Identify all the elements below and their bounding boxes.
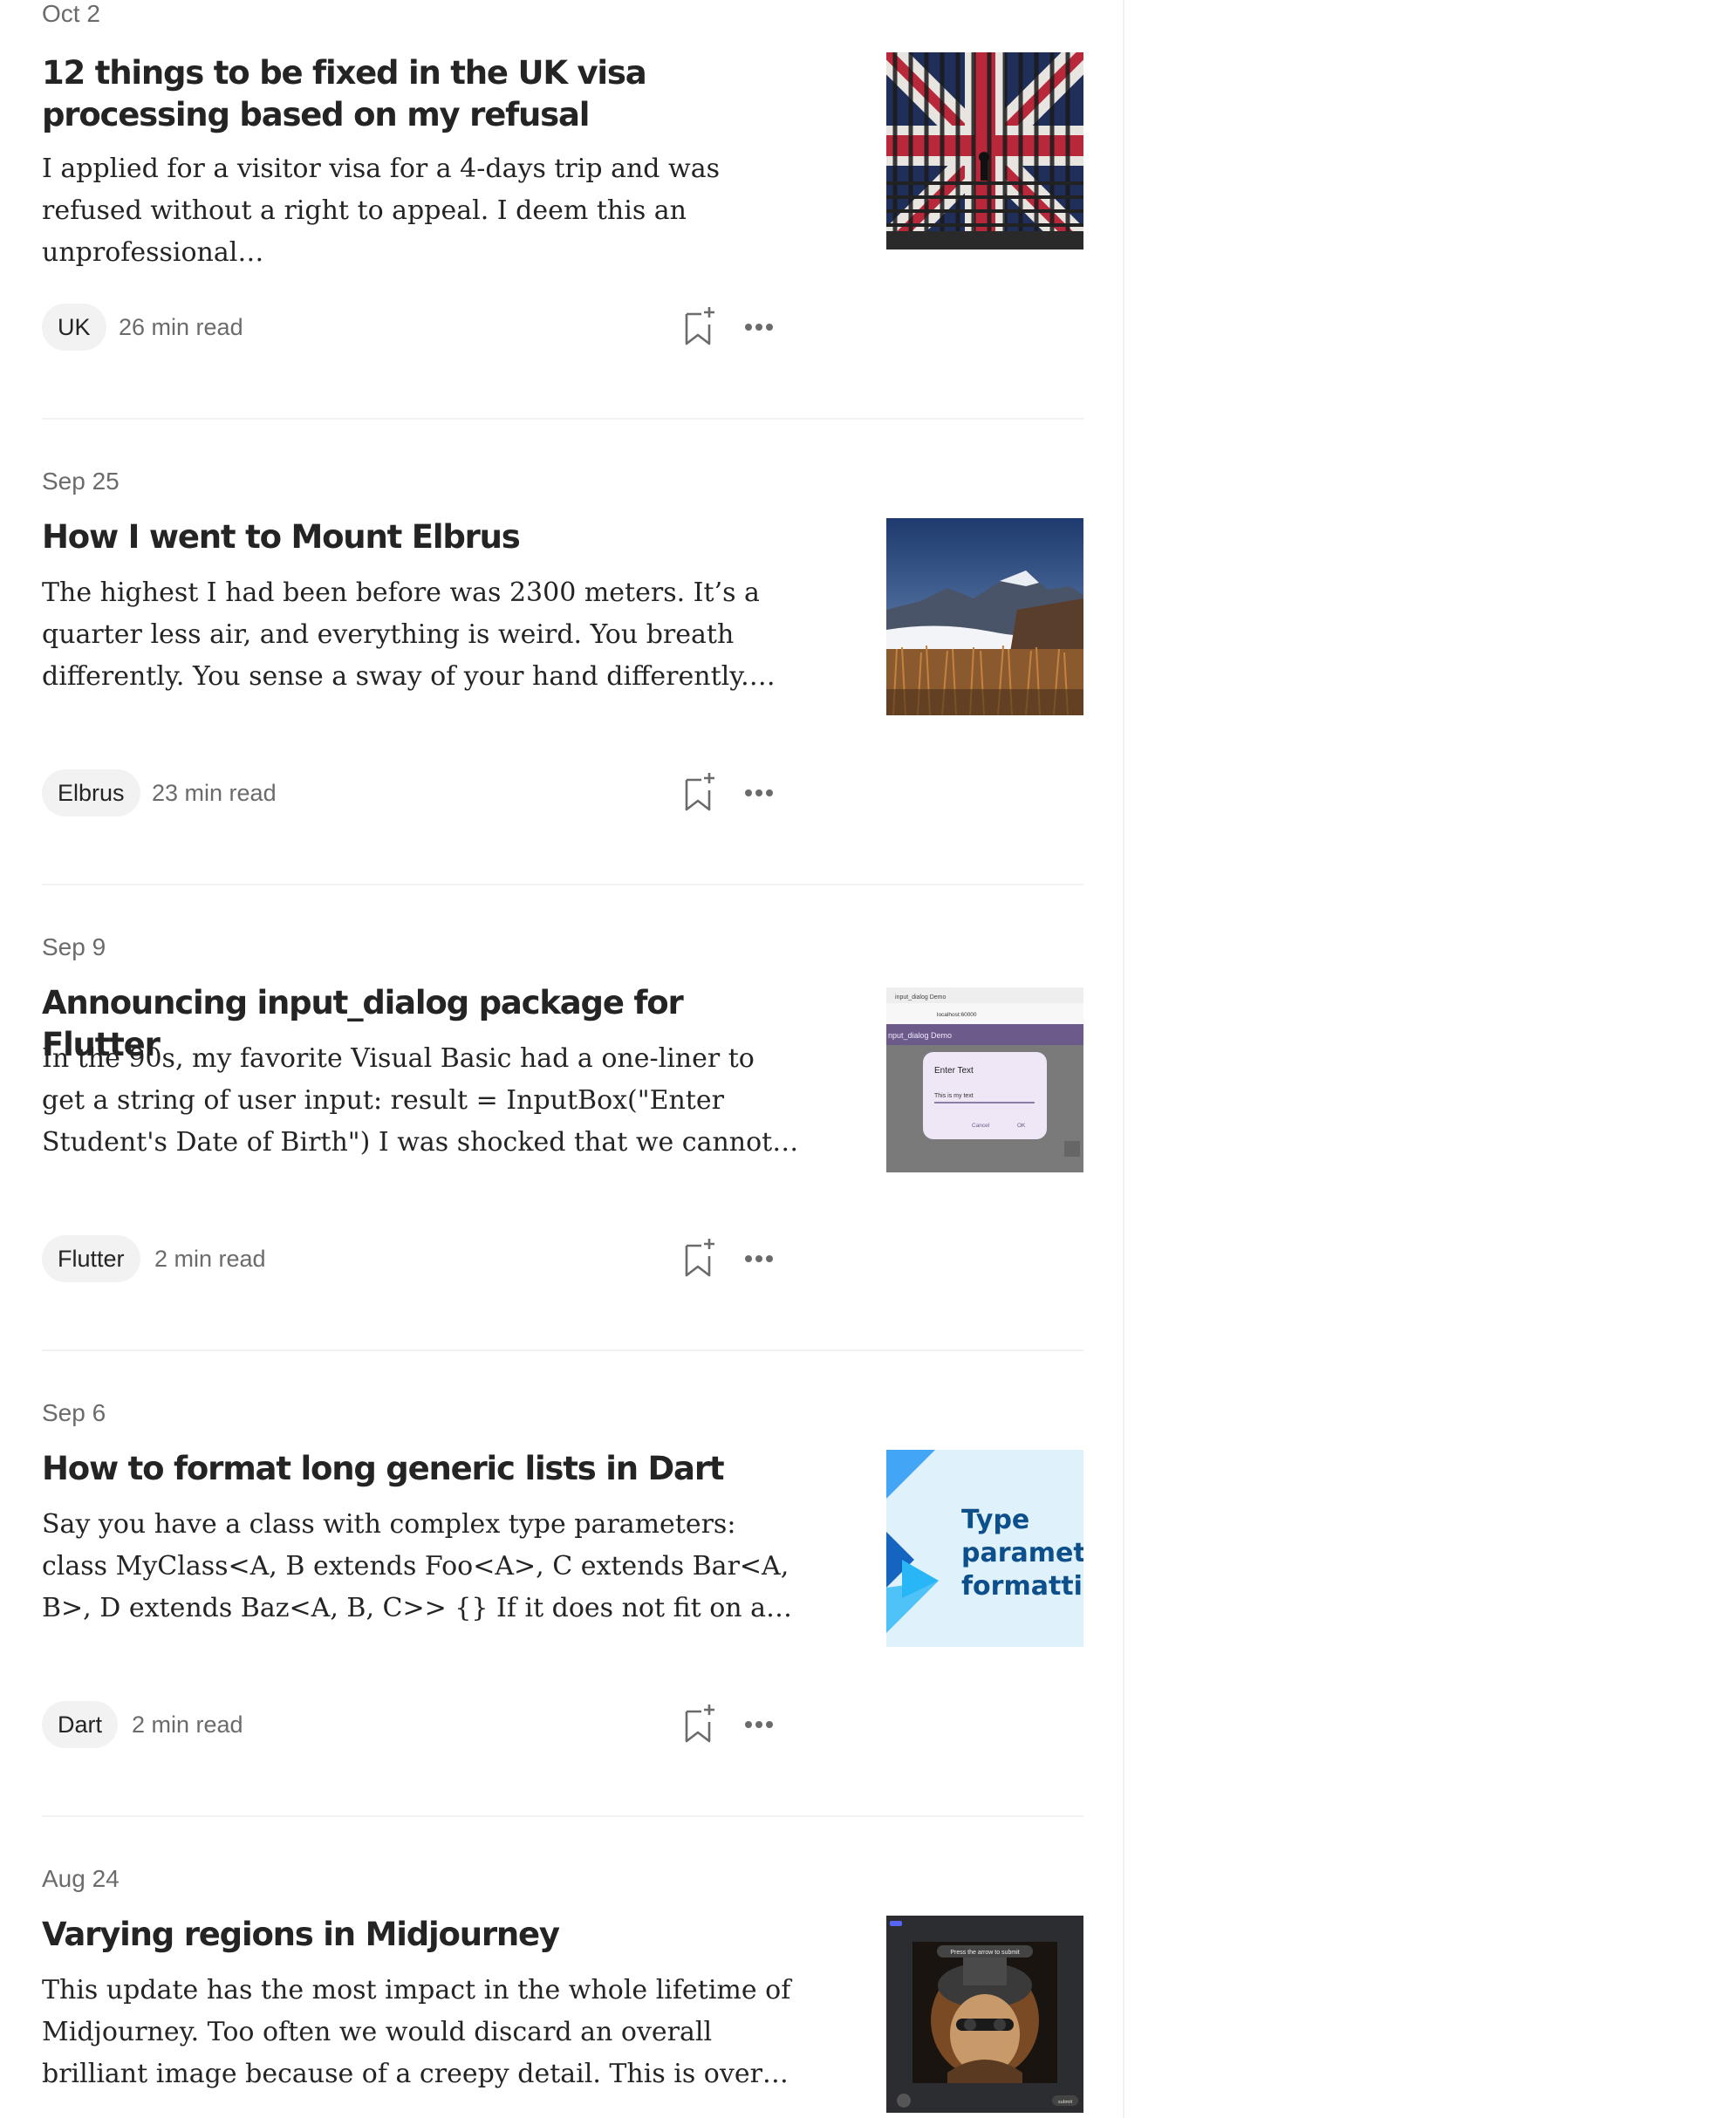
dialog-cancel-text: Cancel [972, 1123, 990, 1129]
article-thumbnail[interactable]: Type parameter formatting [886, 1450, 1083, 1647]
read-time: 2 min read [154, 1246, 266, 1272]
bookmark-add-icon[interactable] [682, 1703, 717, 1745]
topic-tag[interactable]: Elbrus [42, 769, 140, 816]
image-caption: Press the arrow to submit [950, 1950, 1019, 1956]
bookmark-add-icon[interactable] [682, 305, 717, 347]
thumb-text-line3: formatting [961, 1571, 1083, 1602]
article-thumbnail[interactable]: Press the arrow to submit submit [886, 1916, 1083, 2113]
article-meta: Elbrus 23 min read [42, 769, 810, 818]
article-card[interactable]: Sep 9 Announcing input_dialog package fo… [42, 932, 1083, 1394]
read-time: 26 min read [119, 314, 243, 340]
article-meta: Dart 2 min read [42, 1701, 810, 1750]
dialog-ok-text: OK [1017, 1123, 1026, 1129]
app-bar-title: nput_dialog Demo [888, 1031, 952, 1040]
article-excerpt[interactable]: I applied for a visitor visa for a 4-day… [42, 148, 799, 274]
sidebar-divider [1123, 0, 1124, 2118]
article-thumbnail[interactable] [886, 518, 1083, 715]
article-title[interactable]: 12 things to be fixed in the UK visa pro… [42, 52, 801, 136]
article-card[interactable]: Sep 6 How to format long generic lists i… [42, 1397, 1083, 1860]
mountain-landscape-image [886, 518, 1083, 715]
thumb-text-line2: parameter [961, 1538, 1083, 1568]
uk-flag-gate-image [886, 52, 1083, 249]
article-divider [42, 1815, 1083, 1817]
dart-type-parameter-image: Type parameter formatting [886, 1450, 1083, 1647]
article-title[interactable]: How to format long generic lists in Dart [42, 1448, 801, 1490]
topic-tag[interactable]: Dart [42, 1701, 119, 1748]
article-excerpt[interactable]: Say you have a class with complex type p… [42, 1504, 799, 1629]
article-date: Oct 2 [42, 0, 100, 27]
dialog-title: Enter Text [934, 1066, 974, 1076]
article-card[interactable]: Sep 25 How I went to Mount Elbrus The hi… [42, 466, 1083, 928]
more-options-icon[interactable] [742, 314, 776, 340]
read-time: 2 min read [132, 1711, 243, 1738]
article-meta: Flutter 2 min read [42, 1235, 810, 1284]
article-date: Sep 9 [42, 933, 106, 960]
more-options-icon[interactable] [742, 1711, 776, 1738]
article-feed: Oct 2 12 things to be fixed in the UK vi… [0, 0, 1124, 2118]
article-date: Aug 24 [42, 1865, 120, 1892]
browser-tab-text: input_dialog Demo [895, 994, 946, 1001]
input-dialog-screenshot-image: input_dialog Demo localhost:60000 nput_d… [886, 987, 1083, 1172]
article-date: Sep 6 [42, 1399, 106, 1426]
article-meta: UK 26 min read [42, 304, 810, 352]
topic-tag[interactable]: UK [42, 304, 106, 351]
submit-button-text: submit [1058, 2100, 1073, 2105]
more-options-icon[interactable] [742, 1246, 776, 1272]
article-divider [42, 884, 1083, 885]
thumb-text-line1: Type [961, 1505, 1029, 1535]
read-time: 23 min read [152, 780, 277, 806]
browser-url-text: localhost:60000 [937, 1012, 977, 1018]
article-title[interactable]: Varying regions in Midjourney [42, 1914, 801, 1956]
midjourney-cat-image: Press the arrow to submit submit [886, 1916, 1083, 2113]
article-card[interactable]: Aug 24 Varying regions in Midjourney Thi… [42, 1863, 1083, 2118]
more-options-icon[interactable] [742, 780, 776, 806]
bookmark-add-icon[interactable] [682, 771, 717, 813]
article-title[interactable]: How I went to Mount Elbrus [42, 516, 801, 558]
bookmark-add-icon[interactable] [682, 1237, 717, 1279]
article-thumbnail[interactable]: input_dialog Demo localhost:60000 nput_d… [886, 987, 1083, 1172]
article-excerpt[interactable]: The highest I had been before was 2300 m… [42, 572, 799, 698]
article-excerpt[interactable]: In the 90s, my favorite Visual Basic had… [42, 1038, 799, 1164]
article-card[interactable]: Oct 2 12 things to be fixed in the UK vi… [42, 0, 1083, 462]
article-divider [42, 418, 1083, 420]
dialog-field-value: This is my text [934, 1093, 974, 1099]
topic-tag[interactable]: Flutter [42, 1235, 140, 1282]
article-date: Sep 25 [42, 468, 120, 495]
article-divider [42, 1349, 1083, 1351]
article-thumbnail[interactable] [886, 52, 1083, 249]
article-excerpt[interactable]: This update has the most impact in the w… [42, 1970, 799, 2095]
